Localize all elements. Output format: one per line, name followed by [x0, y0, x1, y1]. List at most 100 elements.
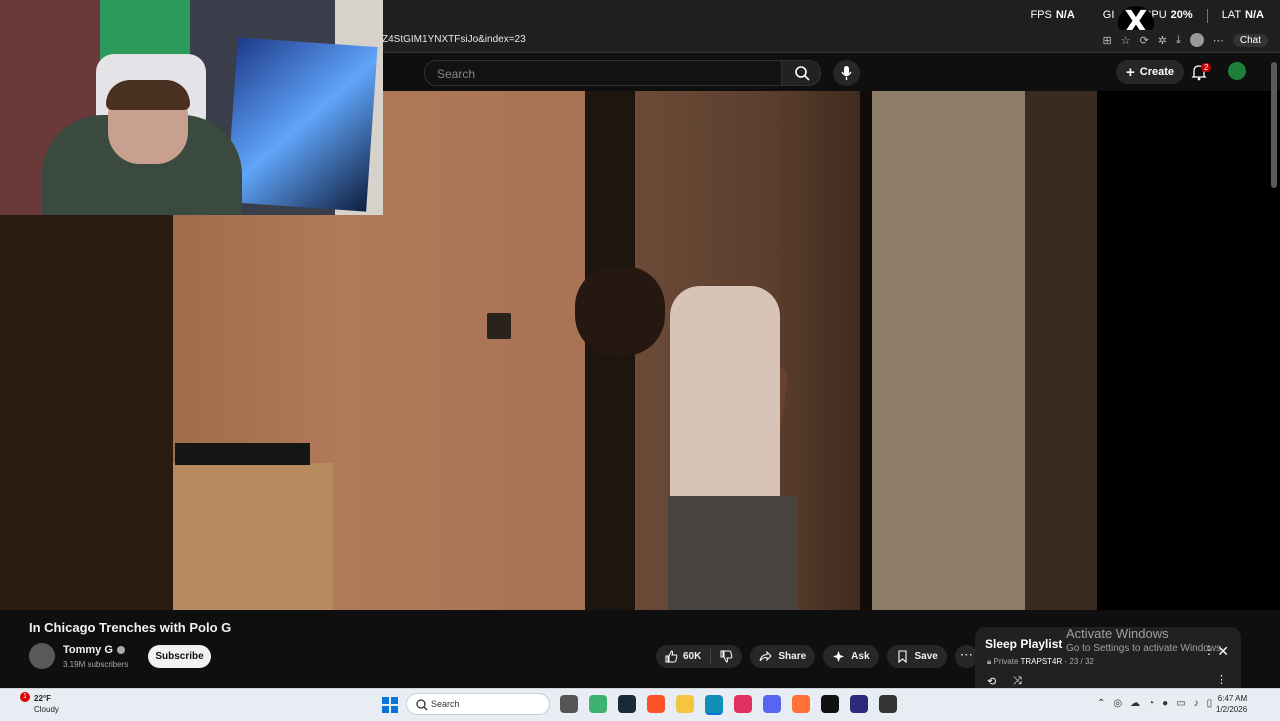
webcam-background	[226, 37, 378, 212]
taskbar-search-label: Search	[431, 699, 460, 709]
loop-icon[interactable]: ⟲	[987, 675, 996, 688]
search-button[interactable]	[781, 60, 821, 86]
more-menu-icon[interactable]: ⋯	[1213, 34, 1224, 47]
shuffle-icon[interactable]: ⤨	[1013, 675, 1022, 688]
search-input[interactable]	[435, 66, 769, 82]
save-label: Save	[914, 651, 938, 662]
playlist-info: 🔒︎ Private TRAPST4R - 23 / 32	[987, 657, 1094, 667]
playlist-privacy: Private	[993, 657, 1019, 666]
wifi-icon[interactable]: ▭	[1176, 698, 1185, 709]
plus-icon: +	[1126, 63, 1135, 81]
video-scene	[668, 496, 798, 610]
profile-avatar[interactable]	[1189, 33, 1204, 47]
taskbar-search[interactable]: Search	[406, 693, 550, 715]
extension-icon[interactable]: ✲	[1158, 34, 1167, 47]
video-scene	[1025, 91, 1097, 610]
taskbar-apps	[560, 695, 897, 715]
firefox-icon[interactable]	[792, 695, 810, 713]
save-button[interactable]: Save	[886, 645, 947, 668]
microphone-icon	[841, 66, 852, 80]
like-button[interactable]: 60K	[656, 649, 712, 664]
thumbs-down-icon	[720, 650, 733, 663]
lock-icon: 🔒︎	[987, 657, 992, 666]
network-icon[interactable]: ◔	[1148, 698, 1154, 709]
share-label: Share	[778, 651, 807, 662]
channel-avatar[interactable]	[29, 643, 55, 669]
file-explorer-icon[interactable]	[676, 695, 694, 713]
watermark-line-1: Activate Windows	[1066, 626, 1169, 641]
channel-name-text[interactable]: Tommy G	[63, 644, 113, 656]
search-box[interactable]	[424, 60, 782, 86]
account-avatar[interactable]	[1228, 62, 1246, 80]
video-scene	[670, 286, 780, 506]
browser-app-icon[interactable]	[850, 695, 868, 713]
verified-icon	[116, 646, 125, 655]
tiktok-icon[interactable]	[734, 695, 752, 713]
subscribe-button[interactable]: Subscribe	[148, 645, 211, 668]
steam-icon[interactable]	[618, 695, 636, 713]
extensions-icon[interactable]: ⟳	[1140, 34, 1149, 47]
split-view-icon[interactable]: ⊞	[1102, 34, 1111, 47]
brave-icon[interactable]	[647, 695, 665, 713]
weather-condition: Cloudy	[34, 705, 59, 714]
playlist-menu-icon[interactable]: ⋮	[1216, 673, 1227, 686]
subscriber-count: 3.19M subscribers	[63, 660, 129, 669]
browser-toolbar: ⊞ ☆ ⟳ ✲ ⤓ ⋯ Chat	[1102, 33, 1268, 47]
battery-icon[interactable]: ▯	[1207, 698, 1213, 709]
downloads-icon[interactable]: ⤓	[1176, 34, 1181, 47]
channel-name[interactable]: Tommy G	[63, 644, 125, 656]
video-title: In Chicago Trenches with Polo G	[29, 620, 232, 635]
steam-tray-icon[interactable]: ◎	[1113, 698, 1122, 709]
playlist-title[interactable]: Sleep Playlist	[985, 637, 1062, 651]
windows-taskbar: 22°F Cloudy 1 Search ⌃ ◎ ☁ ◔ ● ▭ ♪ ▯ 6:4…	[0, 688, 1280, 721]
task-view-icon[interactable]	[560, 695, 578, 713]
video-scene	[175, 443, 310, 465]
video-letterbox	[1097, 91, 1280, 610]
share-button[interactable]: Share	[750, 645, 816, 668]
webcam-streamer	[106, 80, 190, 110]
bookmark-icon	[897, 650, 907, 663]
playlist-position: - 23 / 32	[1064, 657, 1094, 666]
latency-stat: LAT N/A	[1221, 9, 1264, 21]
thumbs-up-icon	[665, 650, 678, 663]
search-icon	[416, 699, 428, 711]
create-button[interactable]: + Create	[1116, 60, 1185, 84]
ask-button[interactable]: Ask	[823, 645, 879, 668]
search-icon	[795, 66, 810, 81]
chevron-up-icon[interactable]: ⌃	[1097, 698, 1105, 709]
video-scene	[487, 313, 511, 339]
system-tray: ⌃ ◎ ☁ ◔ ● ▭ ♪ ▯	[1097, 698, 1212, 709]
clock-time: 6:47 AM	[1217, 694, 1248, 703]
copilot-chat-button[interactable]: Chat	[1232, 33, 1268, 47]
video-scene	[575, 266, 665, 356]
system-clock[interactable]: 6:47 AM 1/2/2026	[1216, 693, 1247, 715]
windows-start-icon[interactable]	[382, 697, 398, 713]
overlay-divider	[1206, 9, 1208, 23]
share-arrow-icon	[759, 650, 773, 662]
sparkle-icon	[833, 651, 845, 662]
video-actions: 60K Share Ask Save ⋯	[656, 645, 978, 668]
clock-date: 1/2/2026	[1216, 705, 1248, 714]
page-scrollbar[interactable]	[1271, 62, 1277, 188]
like-count: 60K	[683, 651, 702, 662]
weather-alert-badge: 1	[20, 692, 30, 702]
dislike-button[interactable]	[711, 650, 742, 663]
nvidia-icon[interactable]	[821, 695, 839, 713]
microphone-tray-icon[interactable]: ●	[1162, 698, 1168, 709]
playlist-owner[interactable]: TRAPST4R	[1020, 657, 1062, 666]
video-scene	[173, 463, 333, 610]
onedrive-icon[interactable]: ☁	[1130, 698, 1140, 709]
weather-temperature: 22°F	[34, 694, 51, 703]
like-dislike-group: 60K	[656, 645, 743, 668]
create-label: Create	[1139, 66, 1175, 78]
favorite-star-icon[interactable]: ☆	[1121, 34, 1131, 47]
url-text[interactable]: Z4StGIM1YNXTFsiJo&index=23	[382, 34, 526, 45]
edge-icon[interactable]	[705, 695, 723, 715]
app-icon[interactable]	[879, 695, 897, 713]
ask-label: Ask	[851, 651, 870, 662]
notepad-icon[interactable]	[589, 695, 607, 713]
volume-icon[interactable]: ♪	[1194, 698, 1199, 709]
voice-search-button[interactable]	[833, 60, 860, 86]
webcam-background	[100, 0, 190, 60]
discord-icon[interactable]	[763, 695, 781, 713]
